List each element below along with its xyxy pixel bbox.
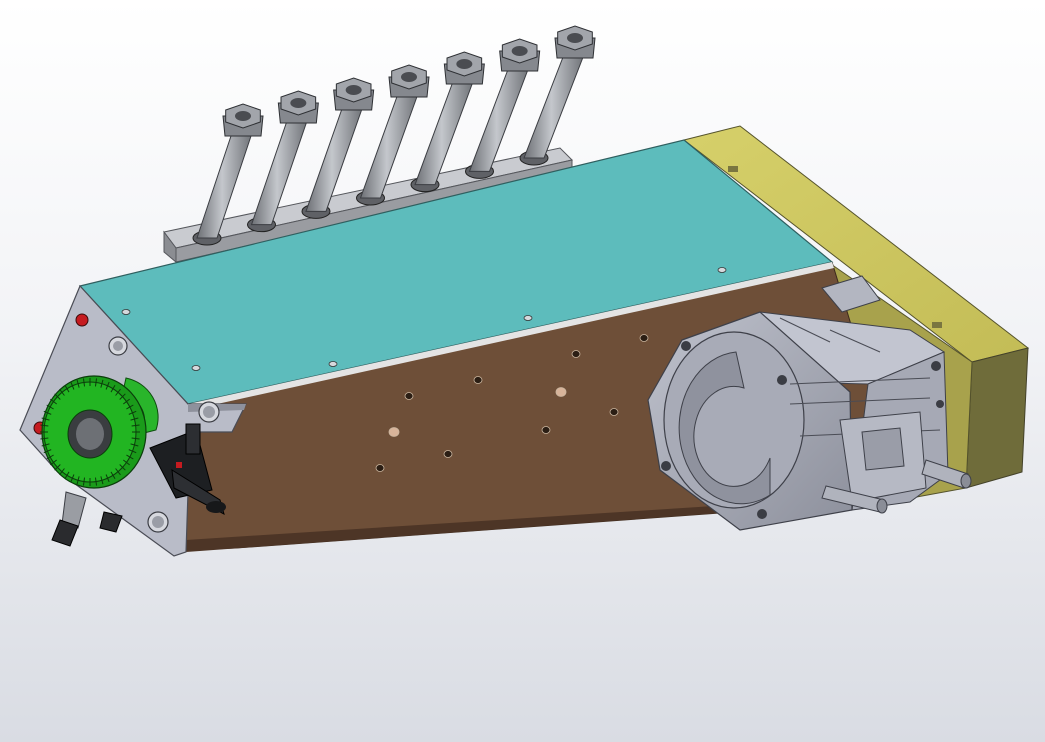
- assembly-model[interactable]: [0, 0, 1045, 742]
- red-marker-top: [75, 313, 89, 327]
- cad-viewport[interactable]: [0, 0, 1045, 742]
